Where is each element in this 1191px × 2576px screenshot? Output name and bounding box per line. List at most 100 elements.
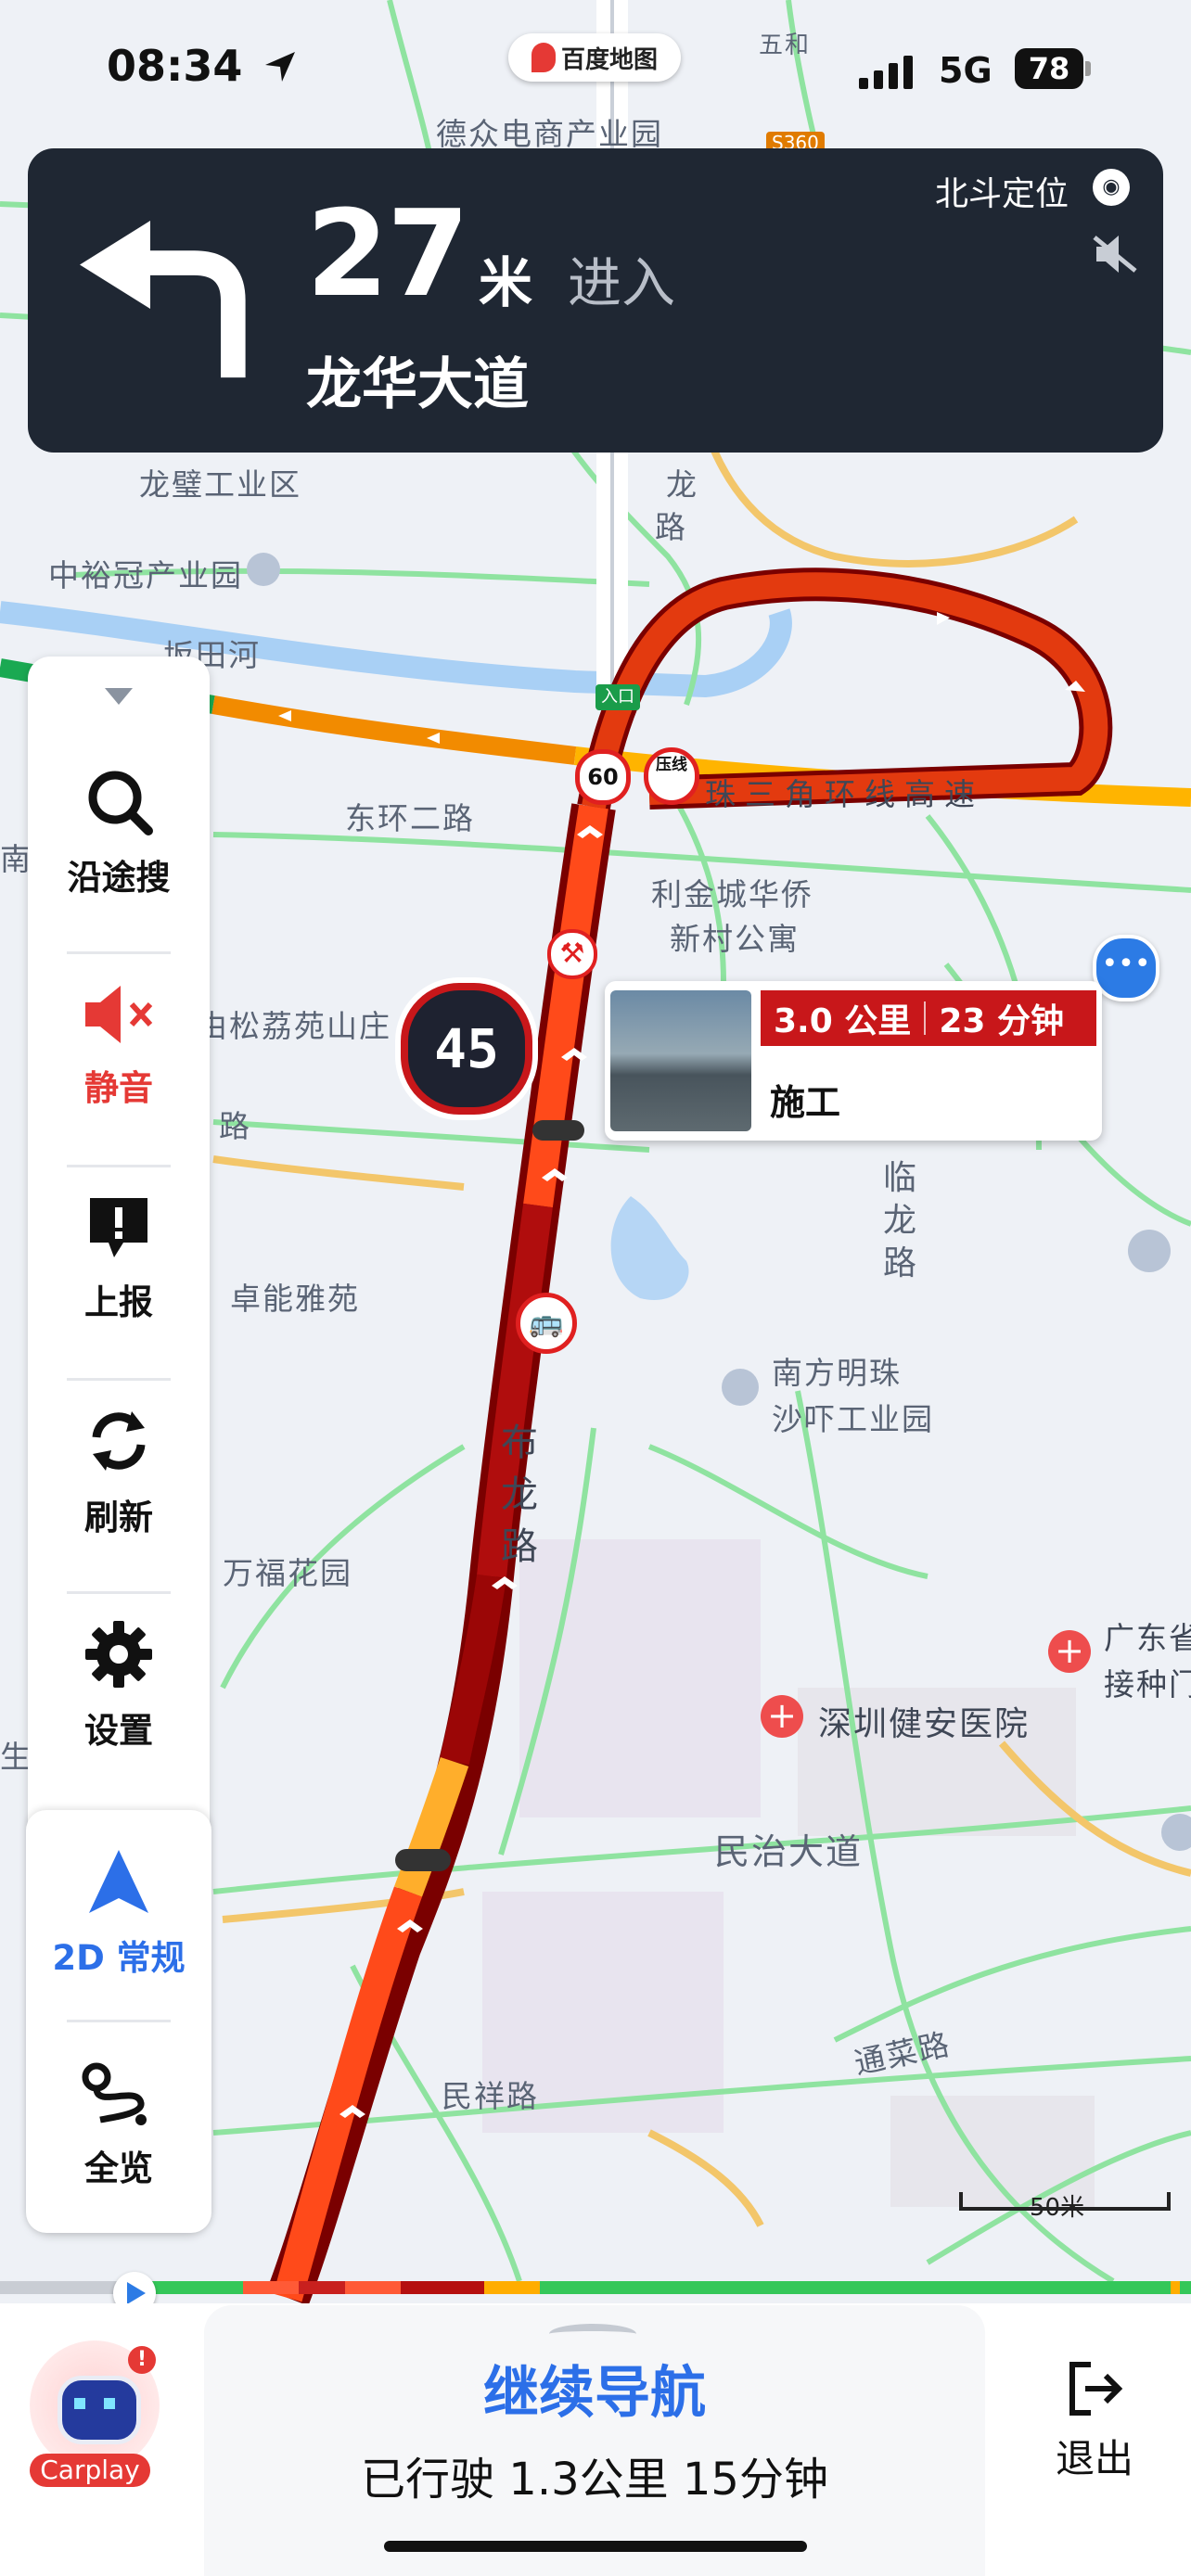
sidebar-item-label: 沿途搜 [67, 858, 171, 898]
sidebar-item-refresh[interactable]: 刷新 [28, 1366, 210, 1579]
sidebar-item-mute[interactable]: 静音 [28, 939, 210, 1153]
route-overview-icon [82, 2062, 147, 2125]
map-poi-icon [1128, 1230, 1171, 1272]
map-poi-icon [1161, 1814, 1191, 1851]
collapse-chevron-icon[interactable] [105, 688, 133, 705]
notification-badge: ! [128, 2346, 156, 2374]
network-type: 5G [939, 50, 992, 91]
map-label-linlong: 临龙路 [883, 1159, 919, 1282]
map-label-bulong: 布龙路 [501, 1422, 540, 1568]
map-poi-icon [722, 1369, 759, 1406]
route-info-panel[interactable]: 继续导航 已行驶 1.3公里 15分钟 [204, 2305, 985, 2576]
status-bar: 08:34 百度地图 5G 78 [0, 0, 1191, 139]
hospital-icon: + [1048, 1630, 1091, 1673]
map-label-guangdong1: 广东省 [1104, 1620, 1191, 1656]
sidebar-item-search-along[interactable]: 沿途搜 [28, 726, 210, 939]
map-label-nanfang: 南方明珠 [772, 1355, 902, 1391]
incident-photo [610, 990, 751, 1131]
status-time: 08:34 [107, 41, 243, 91]
traffic-light-icon [532, 1120, 584, 1141]
speed-limit-sign: 60 [575, 749, 631, 805]
beidou-icon: ◉ [1093, 169, 1130, 206]
scale-label: 50米 [1030, 2194, 1085, 2222]
robot-icon [58, 2376, 141, 2444]
map-label-lijincheng: 利金城华侨 [651, 876, 813, 912]
sidebar-item-label: 设置 [84, 1711, 153, 1751]
entrance-sign: 入口 [596, 684, 640, 710]
separator [924, 1001, 927, 1035]
map-label-songlizhi: 由松荔苑山庄 [197, 1008, 391, 1044]
trip-progress-text: 已行驶 1.3公里 15分钟 [361, 2454, 828, 2506]
incident-card[interactable]: 3.0 公里 23 分钟 施工 [605, 981, 1102, 1141]
expand-handle[interactable] [549, 2324, 636, 2344]
side-toolbar: 沿途搜 静音 上报 刷新 设置 2D 常规 全览 [26, 657, 211, 2233]
map-label-lu-left: 路 [219, 1108, 251, 1144]
sidebar-item-report[interactable]: 上报 [28, 1153, 210, 1366]
incident-time: 23 分钟 [939, 1002, 1064, 1040]
refresh-icon [92, 1411, 146, 1471]
carplay-assistant[interactable]: ! Carplay [26, 2340, 165, 2489]
current-speed-value: 45 [434, 1017, 499, 1080]
sidebar-item-settings[interactable]: 设置 [28, 1579, 210, 1792]
map-label-xincun: 新村公寓 [670, 921, 800, 957]
volume-muted-icon[interactable] [1093, 234, 1137, 274]
exit-icon [1069, 2362, 1123, 2416]
app-logo[interactable]: 百度地图 [508, 33, 681, 82]
turn-instruction-card[interactable]: 27 米 进入 龙华大道 北斗定位 ◉ [28, 148, 1163, 453]
map-label-zhuoneng: 卓能雅苑 [230, 1281, 360, 1317]
incident-type: 施工 [770, 1082, 841, 1123]
turn-left-arrow-icon [80, 221, 246, 378]
exit-button[interactable]: 退出 [1039, 2359, 1150, 2498]
turn-distance-unit: 米 [479, 251, 533, 314]
gear-icon [85, 1621, 152, 1688]
map-label-longbi: 龙璧工业区 [139, 466, 301, 503]
map-label-guangdong2: 接种门 [1104, 1666, 1191, 1702]
sidebar-item-label: 2D 常规 [52, 1938, 186, 1978]
app-logo-icon [531, 43, 556, 72]
map-label-minzhi: 民治大道 [714, 1831, 864, 1872]
incident-distance: 3.0 公里 [774, 1002, 912, 1040]
map-label-longhua: 龙 [666, 466, 698, 503]
sidebar-item-label: 上报 [84, 1282, 153, 1322]
home-indicator [384, 2541, 807, 2552]
bus-lane-icon: 🚌 [516, 1293, 577, 1354]
map-label-minxiang: 民祥路 [442, 2078, 539, 2114]
app-name: 百度地图 [560, 45, 658, 74]
sidebar-item-overview[interactable]: 全览 [28, 2020, 210, 2233]
battery-level: 78 [1028, 51, 1070, 86]
battery-icon: 78 [1015, 48, 1083, 89]
turn-action: 进入 [568, 251, 676, 314]
map-label-jianan: 深圳健安医院 [818, 1705, 1031, 1743]
current-speed-badge: 45 [401, 983, 532, 1115]
next-road-name: 龙华大道 [306, 352, 529, 417]
map-label-zhongyu: 中裕冠产业园 [48, 557, 243, 593]
map-label-dhuan: 东环二路 [345, 800, 475, 836]
construction-marker[interactable]: ⚒ [547, 929, 597, 979]
navigation-arrow-icon [89, 1850, 148, 1913]
map-label-zhusanjiao: 珠三角环线高速 [705, 776, 984, 812]
turn-distance: 27 [306, 185, 469, 324]
incident-summary: 3.0 公里 23 分钟 [761, 990, 1096, 1046]
battery-tip [1085, 61, 1091, 76]
lane-violation-sign: 压线 [644, 747, 699, 805]
sidebar-item-view-mode[interactable]: 2D 常规 [28, 1806, 210, 2020]
robot-eyes [74, 2398, 115, 2409]
map-label-longhua2: 路 [655, 509, 687, 545]
position-arrow-icon [127, 2282, 146, 2304]
map-poi-icon [247, 553, 280, 586]
message-bubble-icon[interactable]: ••• [1093, 935, 1159, 1001]
hospital-icon: + [761, 1695, 803, 1738]
positioning-label: 北斗定位 [935, 175, 1069, 213]
exit-label: 退出 [1055, 2436, 1133, 2481]
search-icon [88, 771, 153, 835]
signal-icon [859, 56, 913, 89]
carplay-label: Carplay [30, 2454, 150, 2487]
sidebar-item-label: 刷新 [84, 1498, 153, 1537]
map-label-shawei: 沙吓工业园 [772, 1401, 934, 1437]
continue-navigation-button[interactable]: 继续导航 [204, 2348, 985, 2429]
traffic-light-icon [395, 1849, 451, 1871]
report-icon [90, 1198, 147, 1257]
sidebar-item-label: 静音 [84, 1068, 153, 1108]
mute-icon [85, 986, 153, 1043]
bottom-bar: 继续导航 已行驶 1.3公里 15分钟 ! Carplay 退出 [0, 2303, 1191, 2576]
